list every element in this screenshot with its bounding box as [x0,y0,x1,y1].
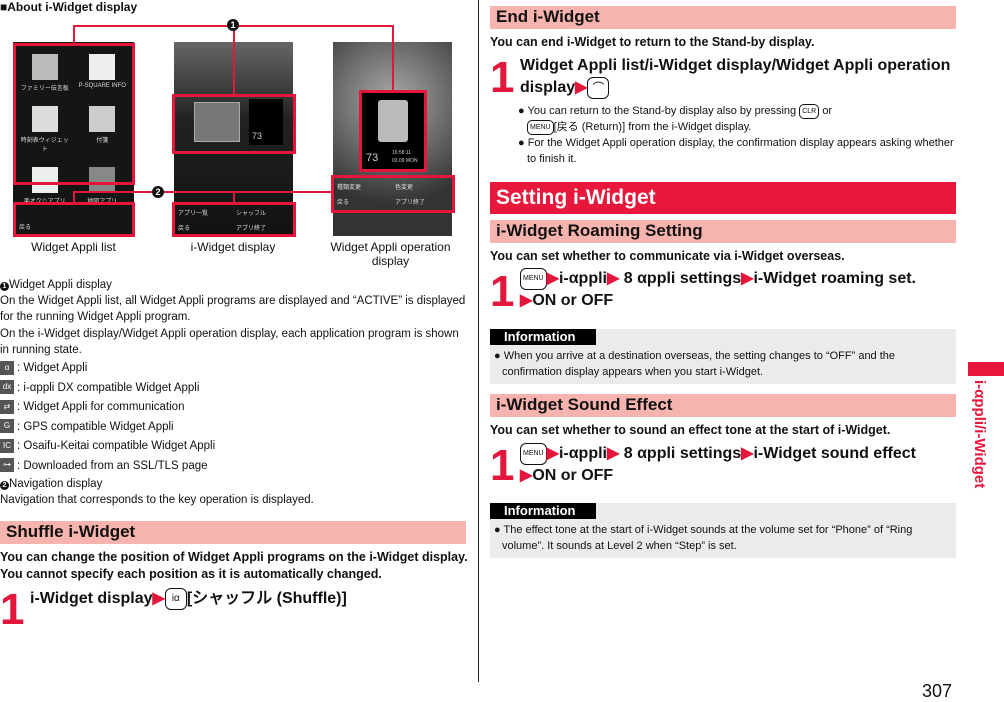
info-label: Information [490,329,596,345]
info-text: ● When you arrive at a destination overs… [494,350,896,378]
highlight-frame [13,202,135,237]
highlight-frame [172,94,296,154]
legend-item: dx: i-αppli DX compatible Widget Appli [0,379,470,399]
legend-item: ⊶: Downloaded from an SSL/TLS page [0,457,470,477]
callout-1: 1 [227,19,239,31]
section-header-setting: Setting i-Widget [490,182,956,214]
shuffle-step: i-Widget display▶ iα [シャッフル (Shuffle)] [30,588,347,610]
column-divider [478,0,479,682]
gps-icon: G [0,419,14,434]
desc1-title: Widget Appli display [9,279,112,291]
widget-appli-icon: α [0,360,14,375]
side-tab-label: i-αppli/i-Widget [971,380,988,489]
sound-intro: You can set whether to sound an effect t… [490,423,891,437]
note-bullet: ● For the Widget Appli operation display… [518,137,954,165]
info-label: Information [490,503,596,519]
caption-operation: Widget Appli operation display [330,240,451,268]
section-header-end: End i-Widget [490,6,956,29]
note-bullet: ● You can return to the Stand-by display… [518,103,833,119]
section-header-roaming: i-Widget Roaming Setting [490,220,956,243]
legend-item: G: GPS compatible Widget Appli [0,418,470,438]
step-number: 1 [0,585,25,634]
caption-list: Widget Appli list [31,240,116,254]
roaming-intro: You can set whether to communicate via i… [490,249,845,263]
end-notes: ● You can return to the Stand-by display… [518,103,958,167]
highlight-frame [359,90,427,172]
shuffle-intro: You can change the position of Widget Ap… [0,550,468,581]
step-number: 1 [490,53,515,102]
info-box-roaming: Information ● When you arrive at a desti… [490,329,956,384]
section-header-sound: i-Widget Sound Effect [490,394,956,417]
desc2-title: Navigation display [9,478,103,490]
end-intro: You can end i-Widget to return to the St… [490,35,815,49]
highlight-frame [331,175,455,213]
caption-widget: i-Widget display [190,240,276,254]
note-bullet-cont: MENU [戻る (Return)] from the i-Widget disp… [518,119,958,135]
highlight-frame [172,202,296,237]
i-alpha-key-icon: iα [164,588,187,610]
menu-key-icon: MENU [520,443,547,465]
communication-icon: ⇄ [0,399,14,414]
legend-item: α: Widget Appli [0,359,470,379]
sound-step: MENU ▶i-αppli▶ 8 αppli settings▶i-Widget … [520,443,960,487]
menu-key-icon: MENU [520,268,547,290]
description-block: 1 Widget Appli display On the Widget Appl… [0,277,470,508]
highlight-frame [13,43,135,185]
desc1-paragraph: On the i-Widget display/Widget Appli ope… [0,328,459,356]
step-number: 1 [490,441,515,490]
end-call-key-icon: ⌒ [587,77,610,99]
desc1-paragraph: On the Widget Appli list, all Widget App… [0,295,466,323]
section-header-shuffle: Shuffle i-Widget [0,521,466,544]
info-text: ● The effect tone at the start of i-Widg… [494,524,913,552]
dx-icon: dx [0,380,14,395]
osaifu-keitai-icon: IC [0,438,14,453]
side-tab-marker [968,362,1004,376]
desc2-paragraph: Navigation that corresponds to the key o… [0,494,314,506]
legend-item: IC: Osaifu-Keitai compatible Widget Appl… [0,437,470,457]
clr-key-icon: CLR [799,103,820,119]
step-number: 1 [490,267,515,316]
info-box-sound: Information ● The effect tone at the sta… [490,503,956,558]
menu-key-icon: MENU [527,119,554,135]
ssl-key-icon: ⊶ [0,458,14,473]
section-title: ■About i-Widget display [0,0,138,14]
callout-2: 2 [152,186,164,198]
end-step: Widget Appli list/i-Widget display/Widge… [520,55,960,99]
roaming-step: MENU ▶i-αppli▶ 8 αppli settings▶i-Widget … [520,268,960,312]
legend-item: ⇄: Widget Appli for communication [0,398,470,418]
